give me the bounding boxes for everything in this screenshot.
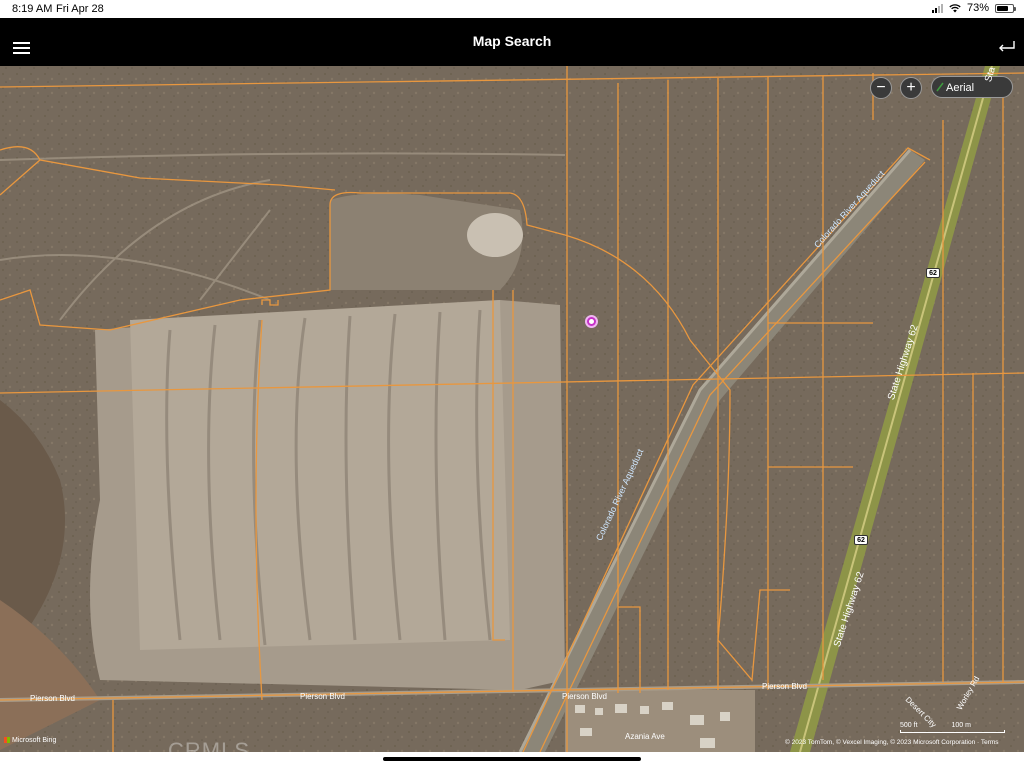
page-title: Map Search	[472, 33, 552, 49]
leaf-icon	[936, 82, 944, 92]
return-arrow-icon[interactable]	[996, 38, 1016, 54]
scale-label-meters: 100 m	[951, 722, 971, 729]
map-scale-bar: 500 ft 100 m	[900, 722, 1005, 733]
bing-logo-text: Microsoft Bing	[12, 737, 57, 744]
aerial-map[interactable]	[0, 66, 1024, 752]
highway-shield-icon: 62	[926, 268, 940, 278]
nav-bar: Map Search	[0, 18, 1024, 66]
scale-label-feet: 500 ft	[900, 722, 918, 729]
bing-logo-icon	[4, 737, 10, 744]
street-label: Pierson Blvd	[30, 694, 75, 703]
highway-shield-icon: 62	[854, 535, 868, 545]
map-layer-toggle[interactable]: Aerial	[931, 76, 1013, 98]
map-copyright: © 2023 TomTom, © Vexcel Imaging, © 2023 …	[785, 739, 999, 746]
wifi-icon	[949, 3, 961, 12]
bing-logo: Microsoft Bing	[4, 737, 56, 744]
street-label: Pierson Blvd	[562, 692, 607, 701]
street-label: Pierson Blvd	[300, 692, 345, 701]
status-date: Fri Apr 28	[56, 3, 104, 15]
location-pin-icon[interactable]	[585, 315, 598, 328]
zoom-out-button[interactable]: −	[870, 77, 892, 99]
battery-percent: 73%	[966, 2, 989, 14]
status-indicators: 73%	[931, 2, 1016, 14]
street-label: Azania Ave	[625, 732, 665, 741]
street-label: Pierson Blvd	[762, 682, 807, 691]
cellular-signal-icon	[931, 3, 943, 13]
home-indicator[interactable]	[383, 757, 641, 761]
zoom-in-button[interactable]: +	[900, 77, 922, 99]
status-bar: 8:19 AM Fri Apr 28 73%	[0, 0, 1024, 18]
map-layer-label: Aerial	[946, 82, 975, 94]
status-time: 8:19 AM	[12, 3, 53, 15]
aerial-imagery	[0, 66, 1024, 752]
battery-icon	[995, 3, 1016, 13]
